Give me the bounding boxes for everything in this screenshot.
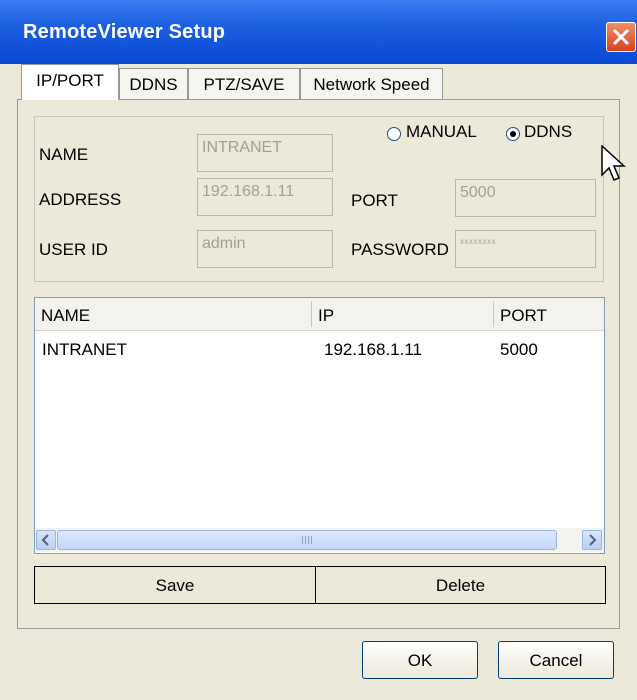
close-icon <box>612 28 630 46</box>
tab-ptz-save[interactable]: PTZ/SAVE <box>188 68 300 100</box>
address-field[interactable]: 192.168.1.11 <box>197 178 333 216</box>
horizontal-scrollbar[interactable] <box>35 528 604 552</box>
mouse-cursor-icon <box>601 145 626 181</box>
setup-dialog: RemoteViewer Setup IP/PORT DDNS PTZ/SAVE… <box>0 0 637 700</box>
column-header-name[interactable]: NAME <box>41 306 90 326</box>
list-header: NAME IP PORT <box>35 298 604 331</box>
connection-list[interactable]: NAME IP PORT INTRANET 192.168.1.11 5000 <box>34 297 605 554</box>
password-field[interactable]: xxxxxxxx <box>455 230 596 268</box>
name-field[interactable]: INTRANET <box>197 134 333 172</box>
delete-button[interactable]: Delete <box>315 566 606 604</box>
row-name-cell: INTRANET <box>42 340 127 359</box>
column-header-port[interactable]: PORT <box>500 306 547 326</box>
chevron-left-icon <box>41 534 49 546</box>
cancel-button[interactable]: Cancel <box>498 641 614 679</box>
column-header-ip[interactable]: IP <box>318 306 334 326</box>
scroll-left-button[interactable] <box>36 530 56 550</box>
chevron-right-icon <box>589 534 597 546</box>
row-ip-cell: 192.168.1.11 <box>324 340 422 359</box>
tab-network-speed[interactable]: Network Speed <box>300 68 443 100</box>
address-label: ADDRESS <box>39 190 122 209</box>
user-id-field[interactable]: admin <box>197 230 333 268</box>
tab-ddns[interactable]: DDNS <box>119 68 188 100</box>
ddns-radio-label[interactable]: DDNS <box>524 122 582 142</box>
grip-icon <box>302 536 316 544</box>
save-button[interactable]: Save <box>34 566 316 604</box>
ok-button[interactable]: OK <box>362 641 478 679</box>
ddns-radio[interactable] <box>506 127 520 141</box>
password-label: PASSWORD <box>351 240 449 259</box>
column-divider[interactable] <box>493 301 494 327</box>
manual-radio[interactable] <box>387 127 401 141</box>
close-button[interactable] <box>606 22 636 52</box>
scroll-right-button[interactable] <box>582 530 602 550</box>
radio-selected-dot <box>510 131 516 137</box>
port-label: PORT <box>351 191 398 210</box>
user-id-label: USER ID <box>39 240 108 259</box>
row-port-cell: 5000 <box>500 340 538 359</box>
column-divider[interactable] <box>311 301 312 327</box>
manual-radio-label[interactable]: MANUAL <box>406 122 477 142</box>
port-field[interactable]: 5000 <box>455 179 596 217</box>
scroll-thumb[interactable] <box>57 530 557 550</box>
tab-ip-port[interactable]: IP/PORT <box>21 64 119 100</box>
name-label: NAME <box>39 145 89 164</box>
window-title: RemoteViewer Setup <box>23 21 226 43</box>
title-bar[interactable]: RemoteViewer Setup <box>0 0 637 64</box>
